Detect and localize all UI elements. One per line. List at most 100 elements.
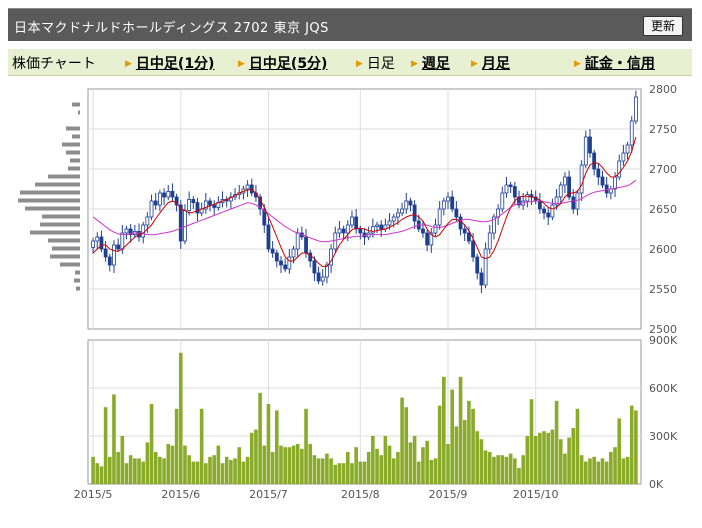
refresh-button[interactable]: 更新 <box>643 16 683 36</box>
volume-bar <box>600 458 605 484</box>
candle <box>546 212 551 218</box>
volume-bar <box>362 461 367 484</box>
volume-bar <box>103 407 108 484</box>
volume-bar <box>421 447 425 484</box>
candle <box>425 232 430 246</box>
volume-bar <box>533 436 538 484</box>
volume-bar <box>429 460 434 484</box>
x-tick-label: 2015/7 <box>249 488 288 501</box>
volume-bar <box>191 461 196 484</box>
candle <box>291 248 296 258</box>
arrow-icon: ▶ <box>356 59 363 69</box>
volume-bar <box>391 458 396 484</box>
volume-profile-bar <box>25 206 80 211</box>
candle <box>312 260 317 274</box>
volume-profile-bar <box>40 222 80 227</box>
volume-bar <box>604 461 609 484</box>
candle <box>563 176 567 186</box>
candle <box>512 186 517 198</box>
price-tick-label: 2600 <box>649 243 677 256</box>
candle <box>558 184 563 198</box>
candle <box>479 272 484 286</box>
candle <box>354 216 359 230</box>
candle <box>542 208 546 214</box>
volume-bar <box>333 464 338 484</box>
candle <box>283 264 288 270</box>
tab-monthly[interactable]: ▶ 月足 <box>471 53 510 73</box>
candle <box>270 248 275 254</box>
volume-profile-bar <box>62 142 80 147</box>
candle <box>333 232 338 250</box>
volume-bar <box>137 458 141 484</box>
volume-bar <box>133 458 137 484</box>
candle <box>537 200 542 210</box>
volume-bar <box>141 461 145 484</box>
candle <box>588 136 592 154</box>
volume-bar <box>320 458 325 484</box>
volume-bar <box>471 408 475 484</box>
volume-bar <box>95 463 100 484</box>
volume-bar <box>275 410 279 484</box>
candle <box>178 204 183 242</box>
volume-bar <box>550 429 555 484</box>
volume-bar <box>345 452 350 484</box>
volume-bar <box>458 376 463 484</box>
tab-weekly[interactable]: ▶ 週足 <box>411 53 450 73</box>
volume-bar <box>546 432 551 484</box>
candle <box>308 252 313 262</box>
candle <box>575 192 580 210</box>
volume-bar <box>613 447 617 484</box>
volume-bar <box>383 436 388 484</box>
volume-bar <box>212 455 216 484</box>
tab-stock-chart: 株価チャート <box>12 53 96 73</box>
candle <box>387 220 392 226</box>
tab-label: 証金・信用 <box>584 56 655 72</box>
volume-bar <box>283 447 287 484</box>
volume-bar <box>629 405 634 484</box>
volume-bar <box>245 456 250 484</box>
candle <box>153 200 158 206</box>
volume-bar <box>487 452 492 484</box>
tab-label: 週足 <box>421 56 450 72</box>
volume-bar <box>479 439 484 484</box>
candle <box>433 224 438 234</box>
volume-bar <box>128 455 133 484</box>
candle <box>483 248 488 286</box>
candle <box>212 204 217 208</box>
volume-bar <box>621 458 626 484</box>
chart-period-tabs: 株価チャート ▶ 日中足(1分) ▶ 日中足(5分) ▶ 日足 ▶ 週足 ▶ 月足 ▶ 証金・信用 <box>8 49 692 76</box>
candle <box>621 152 626 162</box>
volume-bar <box>262 445 267 484</box>
candle <box>370 226 375 234</box>
volume-bar <box>517 468 521 484</box>
volume-bar <box>249 432 254 484</box>
volume-profile-bar <box>42 214 80 219</box>
volume-bar <box>496 455 500 484</box>
candle <box>375 224 379 227</box>
volume-bar <box>174 408 179 484</box>
tab-intraday-1min[interactable]: ▶ 日中足(1分) <box>125 53 214 73</box>
candle <box>550 204 555 218</box>
candle <box>295 232 300 250</box>
volume-bar <box>183 445 187 484</box>
arrow-icon: ▶ <box>574 59 581 69</box>
volume-bar <box>492 456 496 484</box>
volume-bar <box>304 408 308 484</box>
tab-margin[interactable]: ▶ 証金・信用 <box>574 53 655 73</box>
volume-bar <box>258 392 262 484</box>
volume-bar <box>375 448 379 484</box>
volume-profile-bar <box>72 102 80 107</box>
volume-tick-label: 900K <box>649 334 678 347</box>
volume-bar <box>588 458 592 484</box>
volume-bar <box>120 436 125 484</box>
volume-profile-bar <box>50 254 80 259</box>
volume-bar <box>341 463 346 484</box>
volume-bar <box>312 455 317 484</box>
volume-profile-bar <box>60 262 80 267</box>
volume-bar <box>199 408 204 484</box>
tab-intraday-5min[interactable]: ▶ 日中足(5分) <box>238 53 327 73</box>
candle <box>583 136 588 166</box>
volume-bar <box>124 463 129 484</box>
volume-bar <box>467 400 471 484</box>
volume-bar <box>521 455 525 484</box>
